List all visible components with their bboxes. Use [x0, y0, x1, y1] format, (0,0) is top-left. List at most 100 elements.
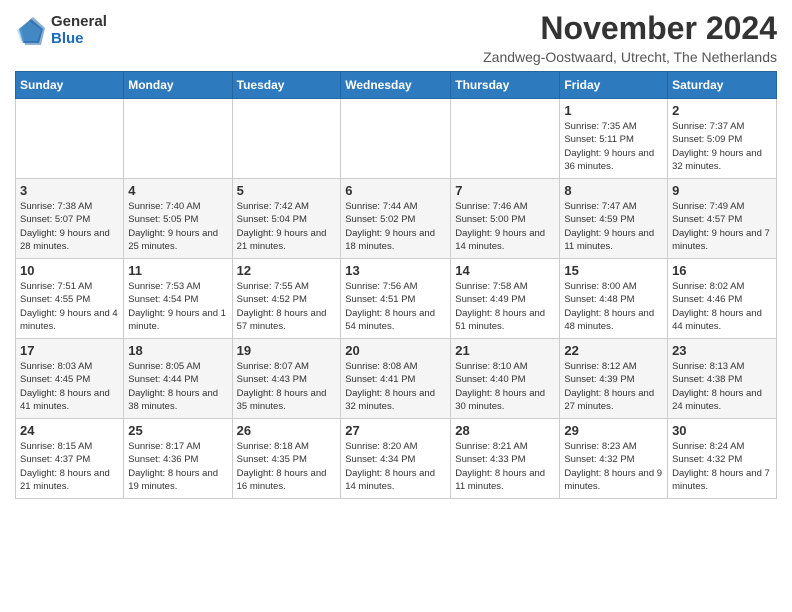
- day-cell: 5Sunrise: 7:42 AM Sunset: 5:04 PM Daylig…: [232, 179, 341, 259]
- day-info: Sunrise: 7:49 AM Sunset: 4:57 PM Dayligh…: [672, 200, 772, 253]
- day-cell: 11Sunrise: 7:53 AM Sunset: 4:54 PM Dayli…: [124, 259, 232, 339]
- day-cell: 12 Sunrise: 7:55 AM Sunset: 4:52 PM Dayli…: [232, 259, 341, 339]
- day-cell: 18 Sunrise: 8:05 AM Sunset: 4:44 PM Dayli…: [124, 339, 232, 419]
- day-number: 22: [564, 343, 663, 358]
- day-number: 6: [345, 183, 446, 198]
- day-info: Sunrise: 7:51 AM Sunset: 4:55 PM Dayligh…: [20, 280, 119, 333]
- day-cell: 9 Sunrise: 7:49 AM Sunset: 4:57 PM Daylig…: [668, 179, 777, 259]
- day-info: Sunrise: 8:18 AM Sunset: 4:35 PM Dayligh…: [237, 440, 337, 493]
- day-info: Sunrise: 8:07 AM Sunset: 4:43 PM Dayligh…: [237, 360, 337, 413]
- day-cell: 28 Sunrise: 8:21 AM Sunset: 4:33 PM Dayli…: [451, 419, 560, 499]
- week-row-3: 10 Sunrise: 7:51 AM Sunset: 4:55 PM Dayli…: [16, 259, 777, 339]
- day-cell: 21 Sunrise: 8:10 AM Sunset: 4:40 PM Dayli…: [451, 339, 560, 419]
- day-cell: 27 Sunrise: 8:20 AM Sunset: 4:34 PM Dayli…: [341, 419, 451, 499]
- day-header-sunday: Sunday: [16, 72, 124, 99]
- day-number: 17: [20, 343, 119, 358]
- logo-blue-label: Blue: [51, 31, 107, 48]
- day-info: Sunrise: 8:12 AM Sunset: 4:39 PM Dayligh…: [564, 360, 663, 413]
- day-header-saturday: Saturday: [668, 72, 777, 99]
- day-number: 19: [237, 343, 337, 358]
- day-cell: 15 Sunrise: 8:00 AM Sunset: 4:48 PM Dayli…: [560, 259, 668, 339]
- day-info: Sunrise: 7:37 AM Sunset: 5:09 PM Dayligh…: [672, 120, 772, 173]
- day-number: 28: [455, 423, 555, 438]
- day-number: 8: [564, 183, 663, 198]
- day-info: Sunrise: 8:24 AM Sunset: 4:32 PM Dayligh…: [672, 440, 772, 493]
- day-cell: [451, 99, 560, 179]
- header: General Blue November 2024 Zandweg-Oostw…: [15, 10, 777, 65]
- day-info: Sunrise: 8:15 AM Sunset: 4:37 PM Dayligh…: [20, 440, 119, 493]
- day-header-monday: Monday: [124, 72, 232, 99]
- day-info: Sunrise: 7:55 AM Sunset: 4:52 PM Dayligh…: [237, 280, 337, 333]
- day-cell: 13 Sunrise: 7:56 AM Sunset: 4:51 PM Dayli…: [341, 259, 451, 339]
- header-row: SundayMondayTuesdayWednesdayThursdayFrid…: [16, 72, 777, 99]
- day-info: Sunrise: 7:58 AM Sunset: 4:49 PM Dayligh…: [455, 280, 555, 333]
- day-info: Sunrise: 7:44 AM Sunset: 5:02 PM Dayligh…: [345, 200, 446, 253]
- day-number: 4: [128, 183, 227, 198]
- day-number: 9: [672, 183, 772, 198]
- logo-icon: [15, 15, 47, 47]
- day-number: 15: [564, 263, 663, 278]
- day-info: Sunrise: 7:46 AM Sunset: 5:00 PM Dayligh…: [455, 200, 555, 253]
- day-cell: 4 Sunrise: 7:40 AM Sunset: 5:05 PM Daylig…: [124, 179, 232, 259]
- day-cell: [232, 99, 341, 179]
- day-cell: 19 Sunrise: 8:07 AM Sunset: 4:43 PM Dayli…: [232, 339, 341, 419]
- day-number: 12: [237, 263, 337, 278]
- day-header-friday: Friday: [560, 72, 668, 99]
- day-cell: 29Sunrise: 8:23 AM Sunset: 4:32 PM Dayli…: [560, 419, 668, 499]
- day-number: 26: [237, 423, 337, 438]
- day-cell: 3 Sunrise: 7:38 AM Sunset: 5:07 PM Daylig…: [16, 179, 124, 259]
- day-info: Sunrise: 8:13 AM Sunset: 4:38 PM Dayligh…: [672, 360, 772, 413]
- day-number: 16: [672, 263, 772, 278]
- day-number: 13: [345, 263, 446, 278]
- day-number: 20: [345, 343, 446, 358]
- day-info: Sunrise: 8:05 AM Sunset: 4:44 PM Dayligh…: [128, 360, 227, 413]
- title-area: November 2024 Zandweg-Oostwaard, Utrecht…: [483, 10, 777, 65]
- day-info: Sunrise: 7:35 AM Sunset: 5:11 PM Dayligh…: [564, 120, 663, 173]
- day-info: Sunrise: 7:40 AM Sunset: 5:05 PM Dayligh…: [128, 200, 227, 253]
- day-info: Sunrise: 7:56 AM Sunset: 4:51 PM Dayligh…: [345, 280, 446, 333]
- day-info: Sunrise: 8:08 AM Sunset: 4:41 PM Dayligh…: [345, 360, 446, 413]
- week-row-2: 3 Sunrise: 7:38 AM Sunset: 5:07 PM Daylig…: [16, 179, 777, 259]
- day-cell: 2Sunrise: 7:37 AM Sunset: 5:09 PM Daylig…: [668, 99, 777, 179]
- day-info: Sunrise: 8:00 AM Sunset: 4:48 PM Dayligh…: [564, 280, 663, 333]
- day-number: 14: [455, 263, 555, 278]
- day-cell: 14 Sunrise: 7:58 AM Sunset: 4:49 PM Dayli…: [451, 259, 560, 339]
- day-number: 29: [564, 423, 663, 438]
- day-cell: [16, 99, 124, 179]
- day-number: 10: [20, 263, 119, 278]
- day-cell: [124, 99, 232, 179]
- day-info: Sunrise: 8:20 AM Sunset: 4:34 PM Dayligh…: [345, 440, 446, 493]
- day-number: 3: [20, 183, 119, 198]
- day-cell: [341, 99, 451, 179]
- week-row-5: 24 Sunrise: 8:15 AM Sunset: 4:37 PM Dayli…: [16, 419, 777, 499]
- day-header-tuesday: Tuesday: [232, 72, 341, 99]
- logo-text: General Blue: [51, 14, 107, 47]
- day-cell: 17 Sunrise: 8:03 AM Sunset: 4:45 PM Dayli…: [16, 339, 124, 419]
- day-number: 30: [672, 423, 772, 438]
- day-info: Sunrise: 8:10 AM Sunset: 4:40 PM Dayligh…: [455, 360, 555, 413]
- day-cell: 26 Sunrise: 8:18 AM Sunset: 4:35 PM Dayli…: [232, 419, 341, 499]
- day-cell: 23 Sunrise: 8:13 AM Sunset: 4:38 PM Dayli…: [668, 339, 777, 419]
- logo-general-label: General: [51, 14, 107, 31]
- day-header-wednesday: Wednesday: [341, 72, 451, 99]
- day-info: Sunrise: 7:47 AM Sunset: 4:59 PM Dayligh…: [564, 200, 663, 253]
- day-cell: 24 Sunrise: 8:15 AM Sunset: 4:37 PM Dayli…: [16, 419, 124, 499]
- day-number: 27: [345, 423, 446, 438]
- day-number: 18: [128, 343, 227, 358]
- day-number: 21: [455, 343, 555, 358]
- day-number: 5: [237, 183, 337, 198]
- week-row-1: 1Sunrise: 7:35 AM Sunset: 5:11 PM Daylig…: [16, 99, 777, 179]
- day-cell: 10 Sunrise: 7:51 AM Sunset: 4:55 PM Dayli…: [16, 259, 124, 339]
- day-cell: 30 Sunrise: 8:24 AM Sunset: 4:32 PM Dayli…: [668, 419, 777, 499]
- day-info: Sunrise: 8:17 AM Sunset: 4:36 PM Dayligh…: [128, 440, 227, 493]
- day-number: 11: [128, 263, 227, 278]
- day-info: Sunrise: 8:03 AM Sunset: 4:45 PM Dayligh…: [20, 360, 119, 413]
- day-number: 24: [20, 423, 119, 438]
- day-number: 23: [672, 343, 772, 358]
- day-cell: 20 Sunrise: 8:08 AM Sunset: 4:41 PM Dayli…: [341, 339, 451, 419]
- week-row-4: 17 Sunrise: 8:03 AM Sunset: 4:45 PM Dayli…: [16, 339, 777, 419]
- day-info: Sunrise: 8:21 AM Sunset: 4:33 PM Dayligh…: [455, 440, 555, 493]
- day-info: Sunrise: 7:38 AM Sunset: 5:07 PM Dayligh…: [20, 200, 119, 253]
- day-cell: 8 Sunrise: 7:47 AM Sunset: 4:59 PM Daylig…: [560, 179, 668, 259]
- day-info: Sunrise: 8:02 AM Sunset: 4:46 PM Dayligh…: [672, 280, 772, 333]
